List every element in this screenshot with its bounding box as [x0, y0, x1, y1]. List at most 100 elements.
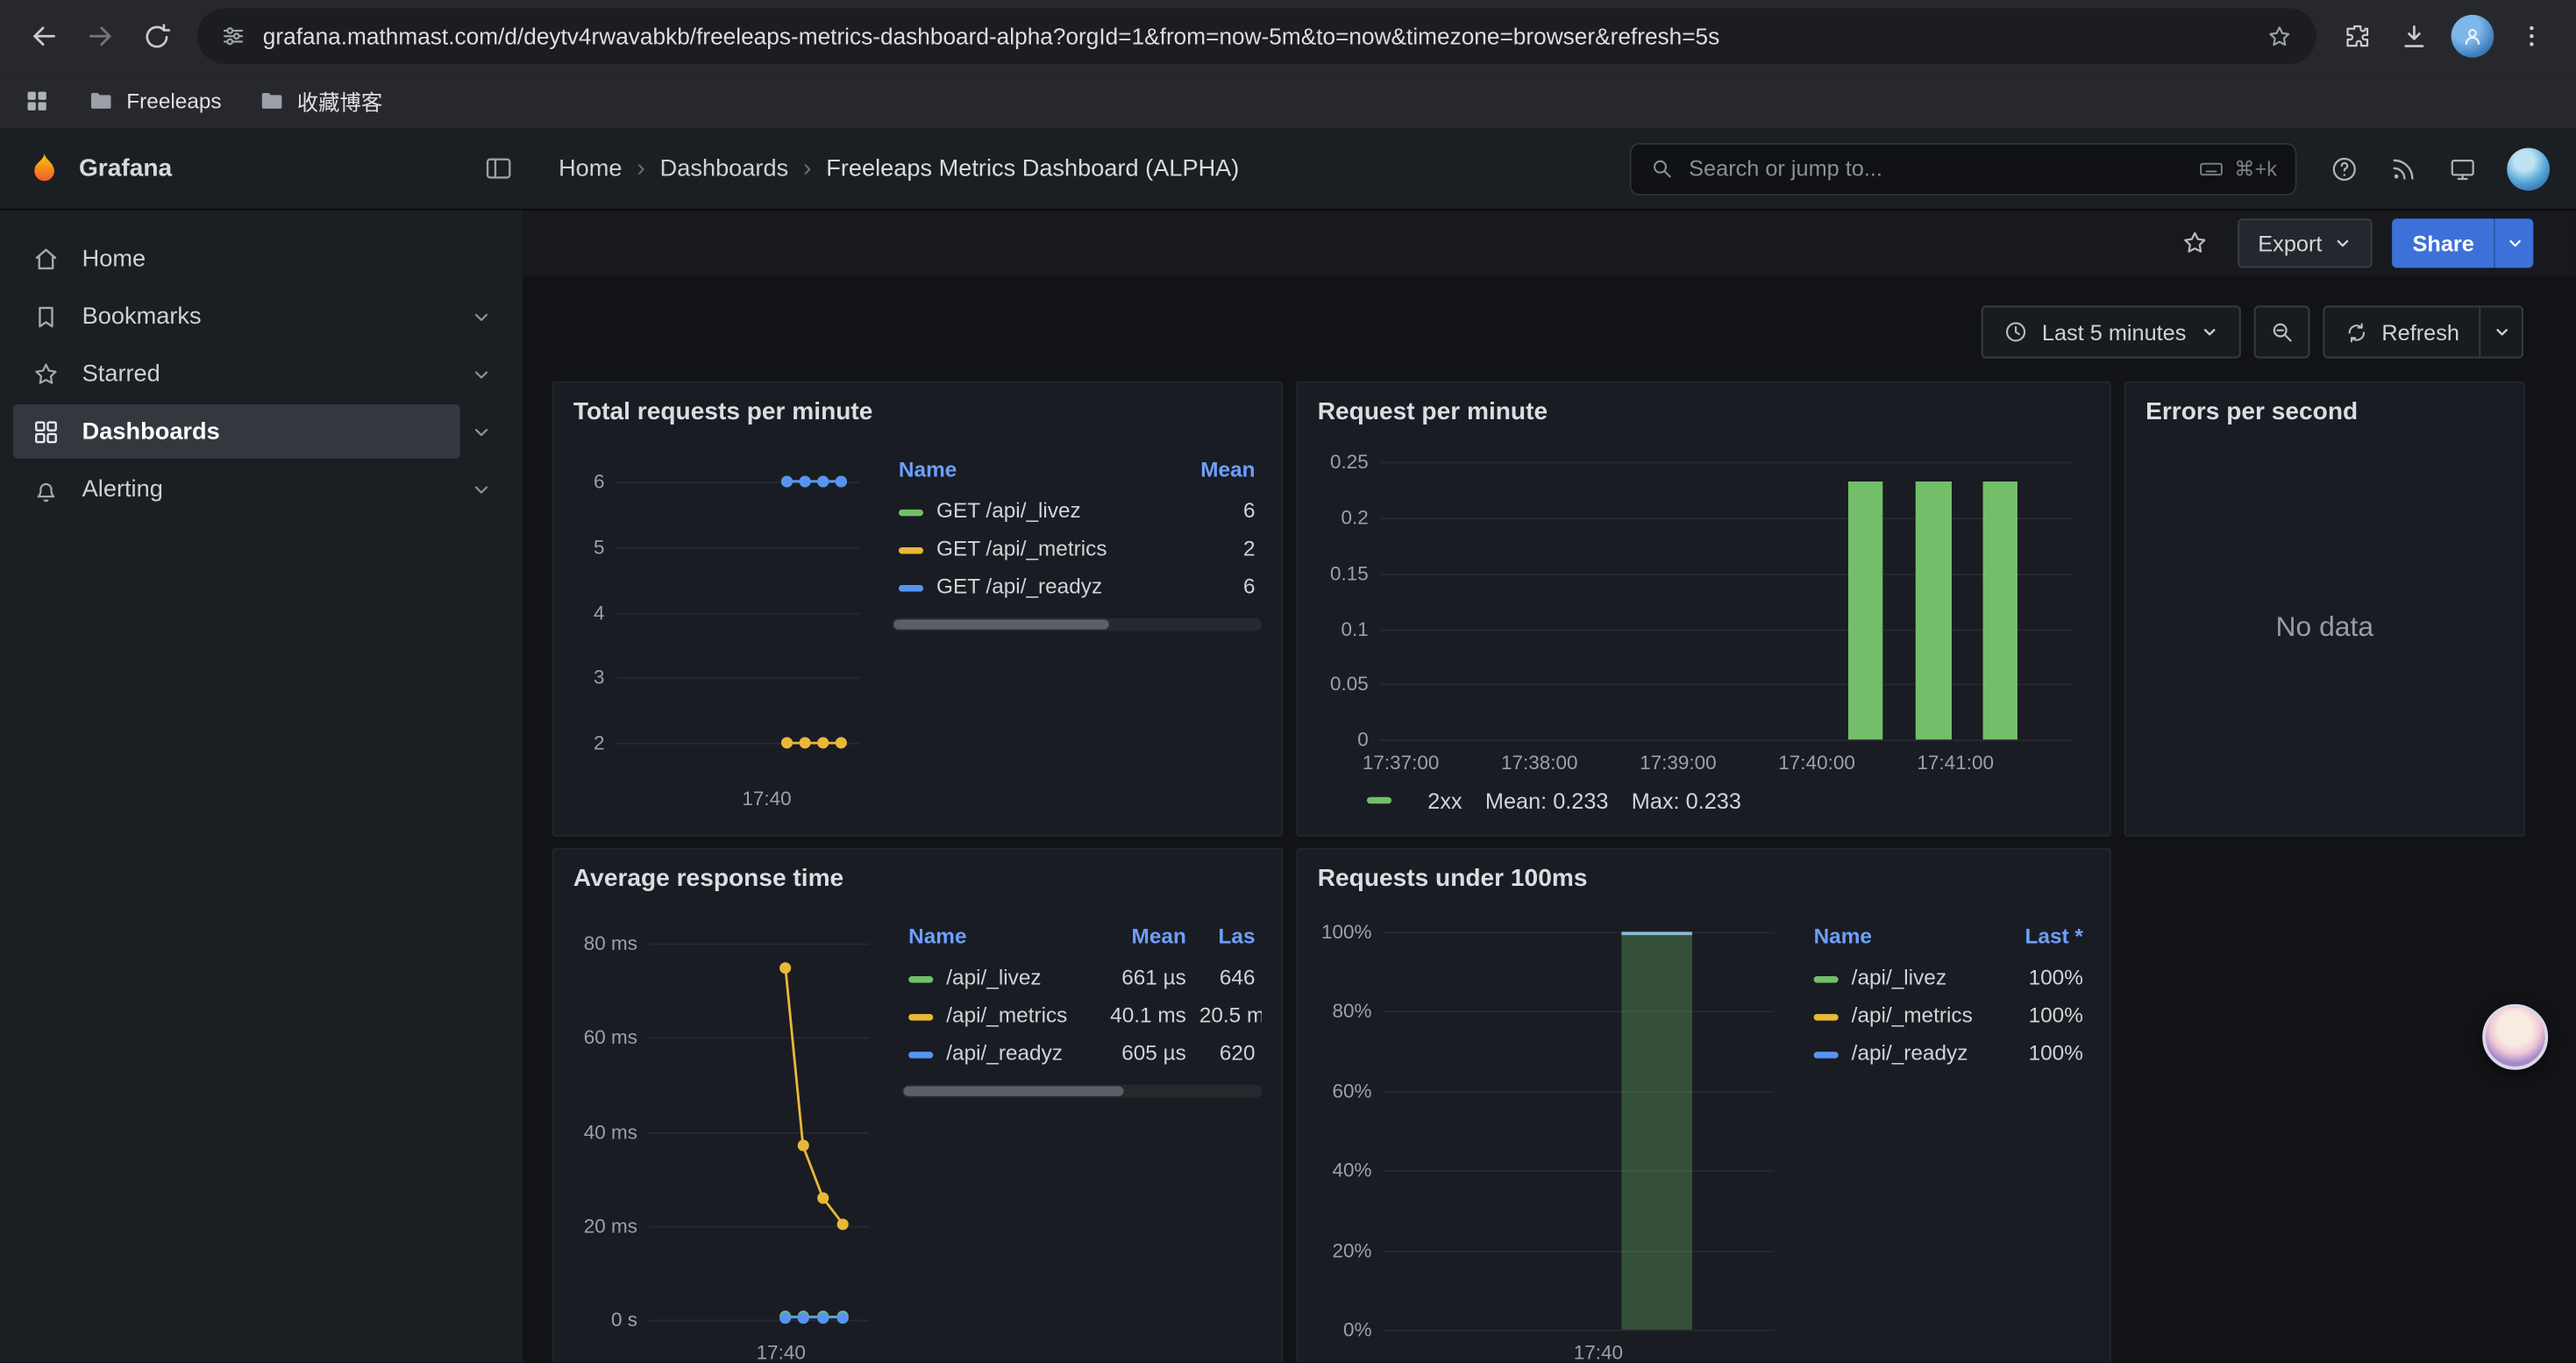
time-range-picker[interactable]: Last 5 minutes — [1982, 306, 2241, 359]
display-button[interactable] — [2448, 153, 2478, 183]
user-avatar[interactable] — [2507, 147, 2550, 190]
panel-title[interactable]: Request per minute — [1318, 393, 2090, 436]
help-button[interactable] — [2330, 153, 2359, 183]
legend-column-header[interactable]: Las — [1192, 918, 1262, 958]
reload-button[interactable] — [128, 8, 184, 64]
bookmark-folder-freeleaps[interactable]: Freeleaps — [87, 86, 221, 114]
gridline — [1380, 517, 2074, 519]
panel-title[interactable]: Errors per second — [2145, 393, 2503, 436]
sidebar-link-starred[interactable]: Starred — [13, 346, 460, 401]
folder-icon — [87, 86, 115, 114]
export-button[interactable]: Export — [2238, 218, 2373, 268]
data-point — [817, 475, 829, 487]
rss-icon — [2388, 153, 2418, 183]
panel-title[interactable]: Total requests per minute — [573, 393, 1262, 436]
back-button[interactable] — [17, 8, 73, 64]
legend-horizontal-scrollbar[interactable] — [892, 618, 1262, 632]
browser-toolbar: grafana.mathmast.com/d/deytv4rwavabkb/fr… — [0, 0, 2576, 72]
sidebar-link-dashboards[interactable]: Dashboards — [13, 404, 460, 459]
breadcrumb-current: Freeleaps Metrics Dashboard (ALPHA) — [826, 155, 1239, 182]
scrollbar-thumb[interactable] — [904, 1087, 1123, 1096]
legend-column-header[interactable]: Mean — [1091, 918, 1192, 958]
breadcrumb-dashboards[interactable]: Dashboards — [660, 155, 789, 182]
legend-max: Max: 0.233 — [1632, 788, 1741, 812]
legend-row: /api/_readyz100% — [1807, 1034, 2089, 1072]
legend-series-name[interactable]: /api/_readyz — [902, 1034, 1091, 1072]
scrollbar-thumb[interactable] — [893, 619, 1108, 629]
legend-series-name[interactable]: /api/_livez — [902, 958, 1091, 995]
sidebar-link-home[interactable]: Home — [13, 232, 460, 286]
site-settings-icon[interactable] — [220, 23, 246, 49]
x-axis-tick-label: 17:41:00 — [1917, 751, 1994, 774]
panel-title[interactable]: Average response time — [573, 860, 1262, 903]
search-placeholder: Search or jump to... — [1689, 156, 1882, 181]
home-icon — [32, 244, 61, 274]
downloads-button[interactable] — [2386, 8, 2442, 64]
news-button[interactable] — [2388, 153, 2418, 183]
bookmark-star-icon[interactable] — [2266, 22, 2294, 50]
legend-column-header[interactable]: Last * — [1988, 918, 2089, 958]
assistant-avatar-bubble[interactable] — [2482, 1004, 2548, 1070]
gridline — [1384, 931, 1775, 933]
browser-menu-button[interactable] — [2504, 8, 2560, 64]
chevron-down-icon[interactable] — [460, 362, 503, 385]
url-text[interactable]: grafana.mathmast.com/d/deytv4rwavabkb/fr… — [263, 23, 2249, 49]
caret-down-icon — [2199, 322, 2218, 341]
legend-column-header[interactable]: Name — [892, 452, 1170, 491]
caret-down-icon — [2491, 322, 2510, 341]
legend-series-name[interactable]: GET /api/_readyz — [892, 567, 1170, 604]
y-axis-tick-label: 20% — [1333, 1238, 1372, 1261]
legend-series-name[interactable]: GET /api/_livez — [892, 491, 1170, 529]
refresh-interval-button[interactable] — [2480, 306, 2523, 359]
legend-value: 40.1 ms — [1091, 995, 1192, 1033]
average-response-plot: 80 ms60 ms40 ms20 ms0 s17:40 — [649, 916, 869, 1330]
chevron-down-icon[interactable] — [460, 305, 503, 328]
favorite-dashboard-button[interactable] — [2173, 220, 2218, 266]
x-axis-tick-label: 17:37:00 — [1363, 751, 1440, 774]
collapse-sidebar-button[interactable] — [473, 144, 523, 193]
legend-series-name[interactable]: /api/_metrics — [902, 995, 1091, 1033]
breadcrumb-home[interactable]: Home — [559, 155, 622, 182]
panel-requests-under-100ms: Requests under 100ms 100%80%60%40%20%0%1… — [1296, 848, 2110, 1362]
bookmark-folder-blogs[interactable]: 收藏博客 — [258, 84, 382, 116]
sidebar-link-alerting[interactable]: Alerting — [13, 462, 460, 517]
chevron-down-icon[interactable] — [460, 477, 503, 500]
legend-series-name[interactable]: /api/_readyz — [1807, 1034, 1988, 1072]
chart-bar — [1622, 931, 1692, 1330]
legend-column-header[interactable]: Name — [1807, 918, 1988, 958]
breadcrumb-separator: › — [803, 154, 811, 182]
legend-series-name[interactable]: GET /api/_metrics — [892, 529, 1170, 567]
bookmark-icon — [32, 302, 61, 332]
sidebar-item-label: Bookmarks — [82, 303, 202, 330]
panel-title[interactable]: Requests under 100ms — [1318, 860, 2090, 903]
refresh-button[interactable]: Refresh — [2323, 306, 2480, 359]
chevron-down-icon[interactable] — [460, 420, 503, 443]
extensions-puzzle-icon — [2343, 21, 2373, 51]
forward-button[interactable] — [72, 8, 128, 64]
extensions-button[interactable] — [2330, 8, 2386, 64]
bookmark-label: Freeleaps — [126, 88, 221, 112]
legend-column-header[interactable]: Mean — [1170, 452, 1262, 491]
series-color-dash — [908, 1051, 933, 1057]
grafana-logo[interactable] — [26, 150, 62, 186]
search-input[interactable]: Search or jump to... ⌘+k — [1630, 142, 2297, 195]
zoom-out-time-button[interactable] — [2253, 306, 2309, 359]
legend-series-name[interactable]: /api/_livez — [1807, 958, 1988, 995]
legend-horizontal-scrollbar[interactable] — [902, 1085, 1262, 1098]
sidebar-link-bookmarks[interactable]: Bookmarks — [13, 289, 460, 344]
legend-table: NameMeanLas/api/_livez661 µs646/api/_met… — [902, 903, 1262, 1363]
legend-series-name[interactable]: /api/_metrics — [1807, 995, 1988, 1033]
address-bar[interactable]: grafana.mathmast.com/d/deytv4rwavabkb/fr… — [197, 8, 2316, 64]
legend-series-name[interactable]: 2xx — [1427, 788, 1462, 812]
share-button[interactable]: Share — [2393, 218, 2494, 268]
y-axis-tick-label: 0 — [1357, 728, 1369, 751]
apps-grid-button[interactable] — [23, 86, 51, 114]
dock-sidebar-icon — [482, 153, 514, 184]
x-axis-tick-label: 17:39:00 — [1640, 751, 1717, 774]
share-menu-button[interactable] — [2494, 218, 2533, 268]
zoom-out-icon — [2268, 319, 2295, 346]
request-per-minute-plot: 0.250.20.150.10.05017:37:0017:38:0017:39… — [1380, 449, 2074, 740]
legend-column-header[interactable]: Name — [902, 918, 1091, 958]
panel-errors-per-second: Errors per second No data — [2124, 382, 2525, 837]
browser-profile-avatar[interactable] — [2451, 15, 2494, 58]
